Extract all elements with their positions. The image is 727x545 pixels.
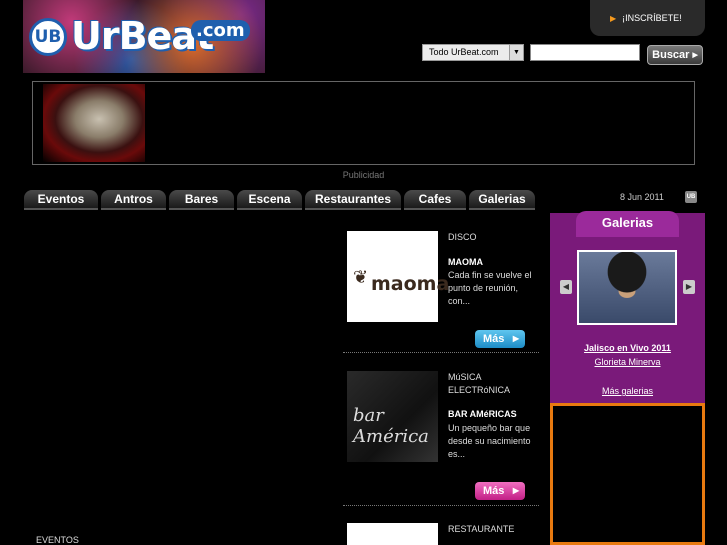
ad-image [43, 84, 145, 162]
gallery-subtitle[interactable]: Glorieta Minerva [550, 357, 705, 367]
search-scope-value: Todo UrBeat.com [429, 47, 499, 57]
arrow-right-icon: ▶ [692, 52, 698, 59]
tab-eventos[interactable]: Eventos [24, 190, 98, 210]
main-nav: Eventos Antros Bares Escena Restaurantes… [24, 190, 535, 210]
thumbnail-text: bar América [353, 405, 429, 447]
more-galleries-link[interactable]: Más galerias [550, 386, 705, 396]
arrow-right-icon: ▶ [610, 13, 617, 23]
ad-banner[interactable] [32, 81, 695, 165]
bar-americas-thumbnail[interactable]: bar América [347, 371, 438, 462]
list-item: RESTAURANTE [347, 523, 537, 545]
list-item: ❦ maoma DISCO MAOMA Cada fin se vuelve e… [347, 231, 537, 351]
signup-button[interactable]: ▶ ¡INSCRÍBETE! [590, 0, 705, 36]
chevron-down-icon: ▼ [509, 45, 523, 60]
tab-escena[interactable]: Escena [237, 190, 302, 210]
listing-category: MúSICA ELECTRóNICA [448, 371, 510, 397]
logo-badge: UB [29, 18, 67, 56]
tab-antros[interactable]: Antros [101, 190, 166, 210]
more-label: Más [483, 485, 505, 497]
category-line: ELECTRóNICA [448, 385, 511, 395]
search-button[interactable]: Buscar ▶ [647, 45, 703, 65]
arrow-left-icon[interactable]: ◀ [560, 280, 572, 294]
more-button[interactable]: Más ▶ [475, 330, 525, 348]
thumbnail-text: maoma [371, 273, 450, 295]
list-item: bar América MúSICA ELECTRóNICA BAR AMéRI… [347, 371, 537, 501]
listing-description: Un pequeño bar que desde su nacimiento e… [448, 423, 531, 459]
gallery-header: Galerias [576, 211, 679, 237]
more-label: Más [483, 333, 505, 345]
section-label: EVENTOS [36, 535, 79, 545]
category-line: MúSICA [448, 372, 482, 382]
flame-icon: ❦ [353, 267, 369, 287]
listing-name[interactable]: MAOMA [448, 257, 483, 267]
site-logo[interactable]: UB UrBeat .com [23, 0, 265, 73]
divider [343, 505, 539, 506]
gallery-title[interactable]: Jalisco en Vivo 2011 [550, 343, 705, 353]
ub-icon: UB [685, 191, 697, 203]
logo-domain: .com [191, 20, 250, 41]
play-icon: ▶ [512, 334, 519, 343]
ad-label: Publicidad [342, 170, 385, 180]
tab-galerias[interactable]: Galerias [469, 190, 535, 210]
more-button[interactable]: Más ▶ [475, 482, 525, 500]
listing-category: RESTAURANTE [448, 524, 515, 534]
play-icon: ▶ [512, 486, 519, 495]
listing-category: DISCO [448, 232, 477, 242]
gallery-photo[interactable] [577, 250, 677, 325]
gallery-widget: Galerias ◀ ▶ Jalisco en Vivo 2011 Glorie… [550, 211, 705, 403]
maoma-thumbnail[interactable]: ❦ maoma [347, 231, 449, 322]
current-date: 8 Jun 2011 [620, 192, 664, 202]
listing-description: Cada fin se vuelve el punto de reunión, … [448, 270, 532, 306]
divider [343, 352, 539, 353]
restaurant-thumbnail[interactable] [347, 523, 438, 545]
search-button-label: Buscar [652, 49, 690, 61]
tab-bares[interactable]: Bares [169, 190, 234, 210]
listing-name[interactable]: BAR AMéRICAS [448, 409, 517, 419]
arrow-right-icon[interactable]: ▶ [683, 280, 695, 294]
tab-restaurantes[interactable]: Restaurantes [305, 190, 401, 210]
ad-box [550, 403, 705, 545]
tab-cafes[interactable]: Cafes [404, 190, 466, 210]
search-scope-select[interactable]: Todo UrBeat.com ▼ [422, 44, 524, 61]
search-input[interactable] [530, 44, 640, 61]
signup-label: ¡INSCRÍBETE! [622, 13, 682, 23]
